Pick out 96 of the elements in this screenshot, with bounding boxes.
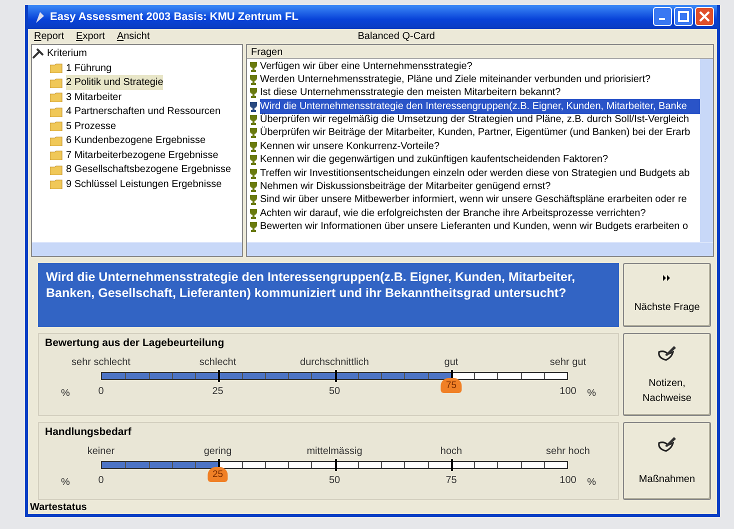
minimize-button[interactable] <box>653 7 672 26</box>
scale-label: keiner <box>87 444 115 459</box>
next-button[interactable]: Nächste Frage <box>623 262 711 328</box>
slider-track[interactable] <box>101 372 568 380</box>
tick-label: 50 <box>328 474 340 488</box>
trophy-icon <box>249 181 258 192</box>
unit-label: % <box>587 387 596 402</box>
tree-item[interactable]: 6 Kundenbezogene Ergebnisse <box>66 133 206 148</box>
trophy-icon <box>249 168 258 179</box>
maximize-icon <box>678 11 689 22</box>
double-arrow-icon <box>663 275 671 282</box>
trophy-icon <box>249 127 258 138</box>
trophy-icon <box>249 100 258 112</box>
menu-item[interactable]: Report <box>34 28 64 44</box>
status-text: Wartestatus <box>29 501 88 514</box>
tick-label: 0 <box>98 474 104 488</box>
folder-icon <box>50 164 63 175</box>
scale-label: sehr schlecht <box>72 356 130 370</box>
folder-icon <box>50 92 63 102</box>
tree-item[interactable]: 3 Mitarbeiter <box>66 90 122 105</box>
scale-label: durchschnittlich <box>300 356 369 370</box>
question-item[interactable]: Werden Unternehmensstrategie, Pläne und Ziele miteinander verbunden und priorisiert? <box>260 72 700 87</box>
tick-label: 0 <box>98 385 104 400</box>
tick-label: 50 <box>328 385 340 400</box>
question-item[interactable]: Achten wir darauf, wie die erfolgreichsten der Branche ihre Arbeitsprozesse verrichten? <box>260 206 700 221</box>
folder-icon <box>50 78 63 88</box>
horizontal-scrollbar[interactable] <box>32 242 242 256</box>
trophy-icon <box>249 140 258 152</box>
vertical-scrollbar[interactable] <box>700 59 713 242</box>
trophy-icon <box>249 221 258 232</box>
trophy-icon <box>249 154 258 166</box>
question-text: Wird die Unternehmensstrategie den Interessengruppen(z.B. Eigner, Kunden, Mitarbeiter, Banken, Gesellschaft, Lieferanten) kommuniziert und ihr Bekanntheitsgrad untersucht? <box>38 262 619 328</box>
tree-item[interactable]: 4 Partnerschaften und Ressourcen <box>66 104 221 120</box>
tree-root[interactable]: Kriterium <box>47 46 88 62</box>
section-title: Bewertung aus der Lagebeurteilung <box>45 336 226 352</box>
question-item[interactable]: Sind wir über unsere Mitbewerber informiert, wenn wir unsere Geschäftspläne erarbeiten oder re <box>260 192 700 208</box>
section-title: Handlungsbedarf <box>45 425 132 440</box>
scale-label: gering <box>204 444 232 459</box>
question-item[interactable]: Überprüfen wir regelmäßig die Umsetzung der Strategien und Pläne, z.B. durch Soll/Ist-Vergleich <box>260 112 700 128</box>
column-header[interactable]: Fragen <box>247 45 713 60</box>
tree-item[interactable]: 7 Mitarbeiterbezogene Ergebnisse <box>66 148 218 163</box>
question-item[interactable]: Verfügen wir über eine Unternehmensstrategie? <box>260 59 700 74</box>
close-icon <box>699 11 710 22</box>
scale-label: sehr gut <box>550 356 586 370</box>
tools-icon <box>32 48 44 60</box>
slider-track[interactable] <box>101 460 568 469</box>
question-item[interactable]: Wird die Unternehmensstrategie den Interessengruppen(z.B. Eigner, Kunden, Mitarbeiter, Banke <box>260 98 700 114</box>
question-item[interactable]: Treffen wir Investitionsentscheidungen einzeln oder werden diese von Strategien und Budgets ab <box>260 166 700 181</box>
folder-icon <box>50 179 63 190</box>
tick-label: 100 <box>560 474 576 488</box>
tick-label: 100 <box>560 385 576 400</box>
menu-item[interactable]: Ansicht <box>116 28 150 44</box>
trophy-icon <box>249 87 258 98</box>
question-item[interactable]: Ist diese Unternehmensstrategie den meisten Mitarbeitern bekannt? <box>260 85 700 100</box>
horizontal-scrollbar[interactable] <box>247 242 713 256</box>
header-title: Balanced Q-Card <box>358 30 435 44</box>
scale-label: mittelmässig <box>306 444 362 459</box>
question-item[interactable]: Kennen wir unsere Konkurrenz-Vorteile? <box>260 138 700 154</box>
tick-label: 75 <box>446 474 457 488</box>
scale-label: hoch <box>440 444 462 459</box>
question-item[interactable]: Nehmen wir Diskussionsbeiträge der Mitarbeiter genügend ernst? <box>260 179 700 194</box>
trophy-icon <box>249 60 258 72</box>
folder-icon <box>50 106 63 117</box>
tree-item[interactable]: 8 Gesellschaftsbezogene Ergebnisse <box>66 162 232 178</box>
scale-label: schlecht <box>199 356 236 370</box>
tree-item[interactable]: 5 Prozesse <box>66 118 116 134</box>
action-button[interactable]: Notizen, Nachweise <box>623 333 711 416</box>
pen-icon <box>656 434 678 453</box>
tree-item[interactable]: 2 Politik und Strategie <box>66 75 164 90</box>
scale-label: sehr hoch <box>546 444 590 459</box>
folder-icon <box>50 121 63 132</box>
tree-item[interactable]: 1 Führung <box>66 60 112 76</box>
unit-label: % <box>61 387 70 402</box>
app-icon <box>34 10 46 24</box>
unit-label: % <box>587 476 596 490</box>
maximize-button[interactable] <box>674 7 693 26</box>
question-item[interactable]: Überprüfen wir Beiträge der Mitarbeiter, Kunden, Partner, Eigentümer (und Banken) bei der Erarb <box>260 125 700 140</box>
question-item[interactable]: Bewerten wir Informationen über unsere Lieferanten und Kunden, wenn wir Budgets erarbeiten o <box>260 219 700 234</box>
action-button[interactable]: Maßnahmen <box>623 422 711 500</box>
trophy-icon <box>249 74 258 85</box>
tick-label: 25 <box>212 385 224 400</box>
trophy-icon <box>249 194 258 206</box>
folder-icon <box>50 63 63 74</box>
folder-icon <box>50 150 63 160</box>
window-title: Easy Assessment 2003 Basis: KMU Zentrum FL <box>50 10 300 25</box>
close-button[interactable] <box>695 7 714 26</box>
trophy-icon <box>249 114 258 126</box>
menu-item[interactable]: Export <box>76 28 105 44</box>
unit-label: % <box>61 476 70 490</box>
question-item[interactable]: Kennen wir die gegenwärtigen und zukünftigen kaufentscheidenden Faktoren? <box>260 152 700 168</box>
pen-icon <box>656 344 678 362</box>
slider-thumb[interactable]: 75 <box>440 378 462 394</box>
folder-icon <box>50 136 63 146</box>
tree-item[interactable]: 9 Schlüssel Leistungen Ergebnisse <box>66 176 222 192</box>
trophy-icon <box>249 208 258 219</box>
scale-label: gut <box>444 356 458 370</box>
